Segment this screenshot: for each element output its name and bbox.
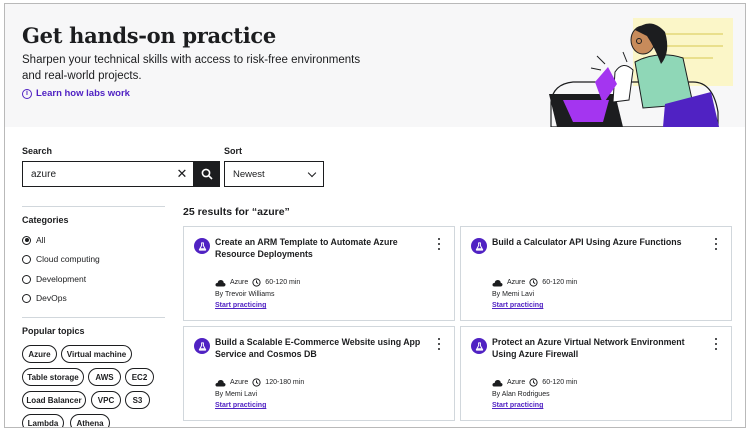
lab-flask-icon bbox=[194, 338, 210, 354]
start-practicing-link[interactable]: Start practicing bbox=[492, 302, 543, 309]
search-icon bbox=[201, 168, 213, 180]
lab-card[interactable]: Build a Calculator API Using Azure Funct… bbox=[460, 226, 732, 321]
lab-card-title[interactable]: Create an ARM Template to Automate Azure… bbox=[215, 237, 427, 260]
category-development[interactable]: Development bbox=[22, 274, 86, 284]
clock-icon bbox=[252, 378, 261, 387]
lab-duration: 120-180 min bbox=[265, 379, 305, 386]
hero-illustration bbox=[549, 18, 733, 127]
lab-duration: 60-120 min bbox=[542, 279, 578, 286]
radio-icon[interactable] bbox=[22, 254, 31, 264]
category-devops[interactable]: DevOps bbox=[22, 293, 67, 303]
category-label: Cloud computing bbox=[36, 254, 100, 264]
lab-author: By Memi Lavi bbox=[215, 391, 258, 398]
topic-pill-load-balancer[interactable]: Load Balancer bbox=[22, 391, 86, 409]
sort-label: Sort bbox=[224, 146, 242, 156]
cloud-icon bbox=[215, 379, 226, 386]
more-options-icon[interactable] bbox=[713, 238, 719, 250]
lab-provider: Azure bbox=[507, 379, 526, 386]
cloud-icon bbox=[215, 279, 226, 286]
hero-subtitle: Sharpen your technical skills with acces… bbox=[22, 54, 361, 82]
topic-pill-ec2[interactable]: EC2 bbox=[125, 368, 154, 386]
more-options-icon[interactable] bbox=[436, 238, 442, 250]
lab-provider: Azure bbox=[230, 379, 249, 386]
categories-title: Categories bbox=[22, 215, 69, 225]
lab-flask-icon bbox=[194, 238, 210, 254]
lab-author: By Trevoir Williams bbox=[215, 291, 275, 298]
start-practicing-link[interactable]: Start practicing bbox=[492, 402, 543, 409]
sort-select-value: Newest bbox=[233, 168, 265, 180]
category-label: All bbox=[36, 235, 46, 245]
topic-pill-vpc[interactable]: VPC bbox=[91, 391, 121, 409]
learn-labs-link[interactable]: i Learn how labs work bbox=[22, 88, 130, 99]
results-summary: 25 results for “azure” bbox=[183, 206, 290, 218]
popular-topics-title: Popular topics bbox=[22, 326, 85, 336]
topic-pill-athena[interactable]: Athena bbox=[70, 414, 110, 427]
more-options-icon[interactable] bbox=[436, 338, 442, 350]
info-icon: i bbox=[22, 88, 32, 99]
more-options-icon[interactable] bbox=[713, 338, 719, 350]
lab-card-title[interactable]: Build a Scalable E-Commerce Website usin… bbox=[215, 337, 427, 360]
sidebar-divider bbox=[22, 206, 165, 207]
category-all[interactable]: All bbox=[22, 235, 45, 245]
lab-flask-icon bbox=[471, 338, 487, 354]
chevron-down-icon bbox=[307, 168, 317, 177]
topic-pill-s3[interactable]: S3 bbox=[125, 391, 150, 409]
search-label: Search bbox=[22, 146, 53, 156]
search-input-value[interactable]: azure bbox=[23, 169, 171, 180]
start-practicing-link[interactable]: Start practicing bbox=[215, 402, 266, 409]
lab-card[interactable]: Create an ARM Template to Automate Azure… bbox=[183, 226, 455, 321]
topic-pill-table-storage[interactable]: Table storage bbox=[22, 368, 84, 386]
search-input[interactable]: azure ✕ bbox=[22, 161, 194, 187]
category-label: DevOps bbox=[36, 293, 67, 303]
lab-card[interactable]: Protect an Azure Virtual Network Environ… bbox=[460, 326, 732, 421]
lab-author: By Memi Lavi bbox=[492, 291, 535, 298]
category-cloud-computing[interactable]: Cloud computing bbox=[22, 254, 100, 264]
lab-card[interactable]: Build a Scalable E-Commerce Website usin… bbox=[183, 326, 455, 421]
hero-banner: Get hands-on practice Sharpen your techn… bbox=[5, 4, 745, 127]
lab-provider: Azure bbox=[507, 279, 526, 286]
lab-flask-icon bbox=[471, 238, 487, 254]
radio-icon[interactable] bbox=[22, 274, 31, 284]
cloud-icon bbox=[492, 379, 503, 386]
lab-card-meta: Azure 60-120 min bbox=[492, 378, 577, 387]
clock-icon bbox=[252, 278, 261, 287]
clock-icon bbox=[529, 278, 538, 287]
lab-duration: 60-120 min bbox=[542, 379, 578, 386]
topic-pill-aws[interactable]: AWS bbox=[88, 368, 121, 386]
lab-card-title[interactable]: Build a Calculator API Using Azure Funct… bbox=[492, 237, 704, 249]
lab-card-title[interactable]: Protect an Azure Virtual Network Environ… bbox=[492, 337, 704, 360]
search-button[interactable] bbox=[194, 161, 220, 187]
topic-pill-virtual-machine[interactable]: Virtual machine bbox=[61, 345, 132, 363]
clock-icon bbox=[529, 378, 538, 387]
radio-icon[interactable] bbox=[22, 293, 31, 303]
start-practicing-link[interactable]: Start practicing bbox=[215, 302, 266, 309]
clear-search-icon[interactable]: ✕ bbox=[171, 166, 193, 182]
page-frame: Get hands-on practice Sharpen your techn… bbox=[4, 3, 746, 428]
lab-author: By Alan Rodrigues bbox=[492, 391, 550, 398]
page-title: Get hands-on practice bbox=[22, 23, 276, 48]
topic-pill-lambda[interactable]: Lambda bbox=[22, 414, 64, 427]
lab-duration: 60-120 min bbox=[265, 279, 301, 286]
lab-card-meta: Azure 120-180 min bbox=[215, 378, 304, 387]
lab-provider: Azure bbox=[230, 279, 249, 286]
sidebar-divider bbox=[22, 317, 165, 318]
learn-labs-link-label: Learn how labs work bbox=[36, 88, 130, 99]
lab-card-meta: Azure 60-120 min bbox=[215, 278, 300, 287]
topic-pill-azure[interactable]: Azure bbox=[22, 345, 57, 363]
lab-card-meta: Azure 60-120 min bbox=[492, 278, 577, 287]
sort-select[interactable]: Newest bbox=[224, 161, 324, 187]
radio-selected-icon[interactable] bbox=[22, 235, 31, 245]
category-label: Development bbox=[36, 274, 87, 284]
cloud-icon bbox=[492, 279, 503, 286]
